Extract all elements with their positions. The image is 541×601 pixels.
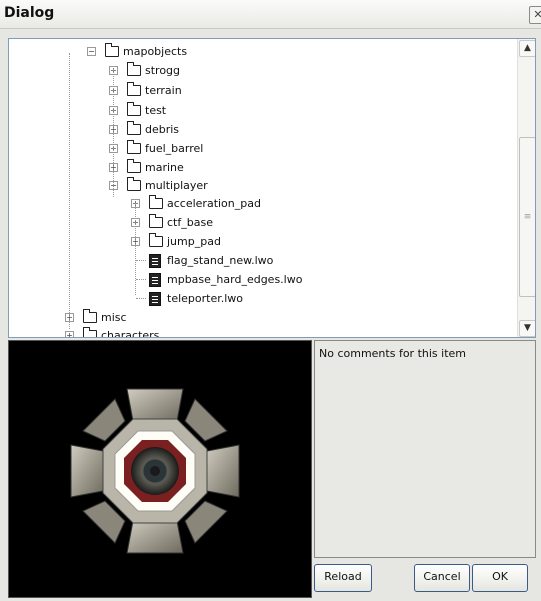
folder-icon bbox=[127, 177, 141, 191]
scroll-thumb[interactable]: ≡ bbox=[519, 137, 535, 297]
tree-scrollbar[interactable]: ▲ ≡ ▼ bbox=[517, 39, 535, 337]
tree-guide-line bbox=[113, 69, 114, 197]
folder-icon bbox=[149, 214, 163, 228]
tree-item-label: strogg bbox=[145, 64, 181, 77]
folder-icon bbox=[105, 43, 119, 57]
tree-guide-line bbox=[69, 53, 70, 329]
file-icon bbox=[149, 273, 161, 287]
file-tree-panel: − mapobjects + strogg + terrain + test + debris + f… bbox=[8, 38, 536, 338]
tree-item[interactable]: + acceleration_pad bbox=[9, 195, 509, 212]
folder-icon bbox=[83, 309, 97, 323]
tree-item-label: fuel_barrel bbox=[145, 142, 204, 155]
scroll-down-button[interactable]: ▼ bbox=[519, 320, 535, 337]
folder-icon bbox=[127, 102, 141, 116]
comments-text: No comments for this item bbox=[319, 347, 466, 360]
tree-item[interactable]: + test bbox=[9, 102, 509, 119]
folder-icon bbox=[127, 159, 141, 173]
tree-item-label: mapobjects bbox=[123, 45, 188, 58]
tree-item-label: debris bbox=[145, 123, 180, 136]
tree-item[interactable]: + fuel_barrel bbox=[9, 140, 509, 157]
tree-item-label: acceleration_pad bbox=[167, 197, 261, 210]
tree-item-label: flag_stand_new.lwo bbox=[167, 254, 274, 267]
tree-connector bbox=[136, 260, 146, 261]
window-title: Dialog bbox=[4, 5, 55, 21]
tree-item[interactable]: + debris bbox=[9, 121, 509, 138]
close-icon[interactable]: ✕ bbox=[529, 6, 541, 24]
teleporter-model-render bbox=[70, 388, 240, 554]
comments-panel: No comments for this item bbox=[314, 340, 536, 558]
tree-item-label: characters bbox=[101, 329, 160, 337]
tree-connector bbox=[136, 298, 146, 299]
tree-item[interactable]: teleporter.lwo bbox=[9, 290, 509, 307]
tree-item[interactable]: − multiplayer bbox=[9, 177, 509, 194]
tree-item-label: teleporter.lwo bbox=[167, 292, 244, 305]
tree-item[interactable]: − mapobjects bbox=[9, 43, 509, 60]
folder-icon bbox=[127, 121, 141, 135]
folder-icon bbox=[127, 62, 141, 76]
model-preview[interactable] bbox=[8, 340, 312, 598]
tree-item-label: test bbox=[145, 104, 167, 117]
tree-item[interactable]: + misc bbox=[9, 309, 509, 326]
folder-icon bbox=[149, 233, 163, 247]
tree-item-label: multiplayer bbox=[145, 179, 208, 192]
tree-item-label: terrain bbox=[145, 84, 182, 97]
tree-item[interactable]: flag_stand_new.lwo bbox=[9, 252, 509, 269]
file-icon bbox=[149, 292, 161, 306]
folder-icon bbox=[127, 82, 141, 96]
scroll-up-button[interactable]: ▲ bbox=[519, 40, 535, 57]
tree-item[interactable]: + jump_pad bbox=[9, 233, 509, 250]
tree-item[interactable]: + terrain bbox=[9, 82, 509, 99]
tree-item-label: misc bbox=[101, 311, 127, 324]
folder-icon bbox=[83, 327, 97, 337]
tree-item-label: jump_pad bbox=[167, 235, 221, 248]
expand-icon[interactable]: + bbox=[65, 331, 74, 337]
tree-item-label: mpbase_hard_edges.lwo bbox=[167, 273, 303, 286]
tree-guide-line bbox=[135, 203, 136, 295]
collapse-icon[interactable]: − bbox=[87, 47, 96, 56]
cancel-button[interactable]: Cancel bbox=[414, 564, 470, 592]
folder-icon bbox=[127, 140, 141, 154]
folder-icon bbox=[149, 195, 163, 209]
tree-item-label: marine bbox=[145, 161, 184, 174]
tree-item[interactable]: mpbase_hard_edges.lwo bbox=[9, 271, 509, 288]
tree-item[interactable]: + ctf_base bbox=[9, 214, 509, 231]
tree-item[interactable]: + characters bbox=[9, 327, 509, 337]
file-tree: − mapobjects + strogg + terrain + test + debris + f… bbox=[9, 39, 517, 337]
tree-connector bbox=[136, 279, 146, 280]
ok-button[interactable]: OK bbox=[472, 564, 528, 592]
title-bar: Dialog ✕ bbox=[0, 0, 541, 29]
reload-button[interactable]: Reload bbox=[314, 564, 372, 592]
file-icon bbox=[149, 254, 161, 268]
tree-item[interactable]: + marine bbox=[9, 159, 509, 176]
tree-item[interactable]: + strogg bbox=[9, 62, 509, 79]
tree-item-label: ctf_base bbox=[167, 216, 213, 229]
